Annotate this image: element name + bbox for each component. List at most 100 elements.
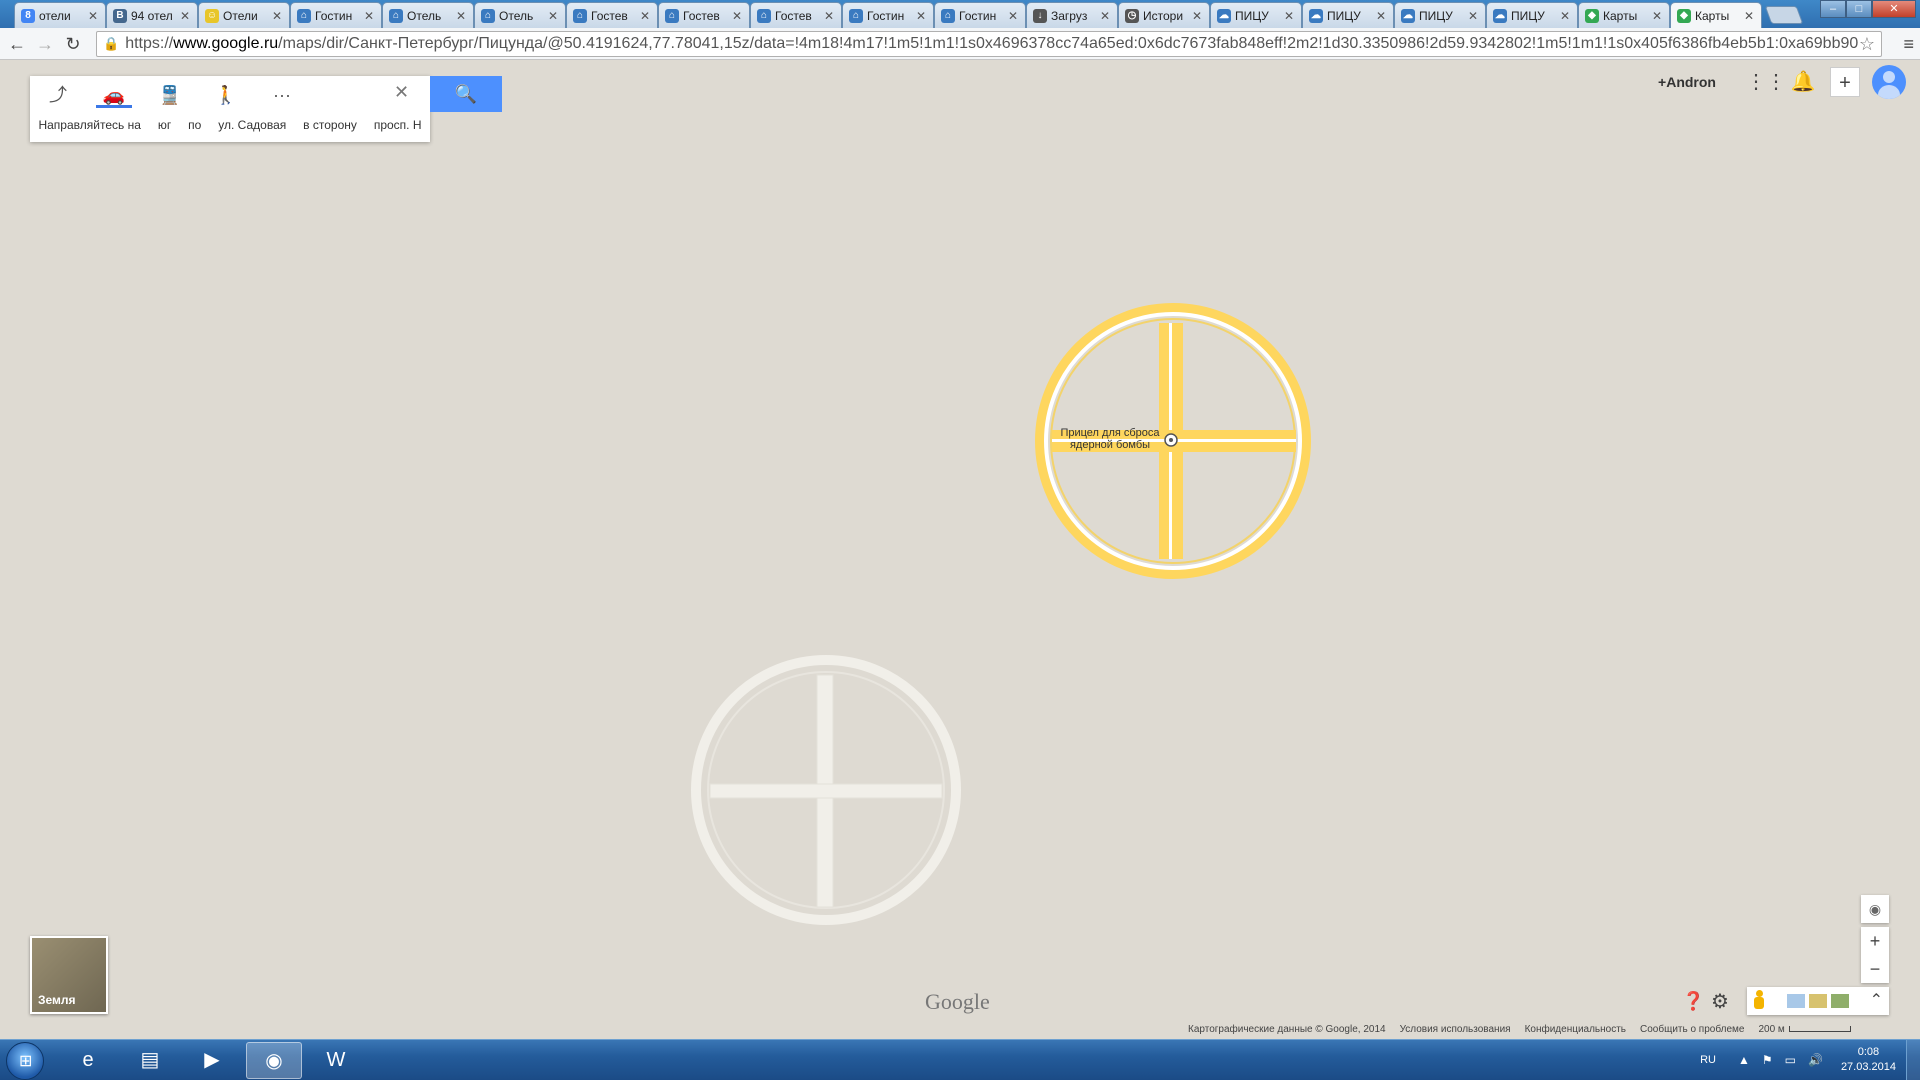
- tab-close-icon[interactable]: ✕: [1007, 9, 1019, 23]
- terrain-thumb-icon[interactable]: [1809, 994, 1827, 1008]
- browser-tab[interactable]: ◷ Истори ✕: [1118, 2, 1210, 28]
- direction-step: юг: [157, 118, 172, 132]
- taskbar: ⊞ e ▤ ▶ ◉ W RU ▲ ⚑ ▭ 🔊 0:08 27.03.2014: [0, 1039, 1920, 1080]
- browser-tab[interactable]: ◆ Карты ✕: [1578, 2, 1670, 28]
- browser-tab[interactable]: ☁ ПИЦУ ✕: [1486, 2, 1578, 28]
- terms-link[interactable]: Условия использования: [1400, 1024, 1511, 1035]
- poi-label[interactable]: Прицел для сброса ядерной бомбы: [1050, 427, 1170, 451]
- map-canvas[interactable]: Прицел для сброса ядерной бомбы ⤴ 🚗 🚆 🚶 ··· …: [0, 61, 1920, 1039]
- zoom-in-button[interactable]: +: [1861, 927, 1889, 955]
- browser-tab[interactable]: ◆ Карты ✕: [1670, 2, 1762, 29]
- forward-icon[interactable]: →: [34, 33, 56, 55]
- browser-tab[interactable]: 8 отели ✕: [14, 2, 106, 28]
- browser-tab[interactable]: ⌂ Гостев ✕: [750, 2, 842, 28]
- search-button[interactable]: 🔍: [430, 76, 502, 112]
- tab-close-icon[interactable]: ✕: [1467, 9, 1479, 23]
- tab-close-icon[interactable]: ✕: [1651, 9, 1663, 23]
- clock[interactable]: 0:08 27.03.2014: [1841, 1045, 1896, 1075]
- world-of-tanks-icon[interactable]: W: [308, 1042, 364, 1079]
- directions-icon[interactable]: ⤴: [40, 82, 76, 108]
- report-problem-link[interactable]: Сообщить о проблеме: [1640, 1024, 1744, 1035]
- browser-tab[interactable]: ☁ ПИЦУ ✕: [1210, 2, 1302, 28]
- tray-expand-icon[interactable]: ▲: [1738, 1053, 1750, 1067]
- walk-icon[interactable]: 🚶: [208, 82, 244, 108]
- tab-close-icon[interactable]: ✕: [363, 9, 375, 23]
- browser-tab[interactable]: ⌂ Отель ✕: [474, 2, 566, 28]
- tab-close-icon[interactable]: ✕: [1375, 9, 1387, 23]
- volume-icon[interactable]: 🔊: [1808, 1053, 1823, 1067]
- settings-gear-icon[interactable]: ⚙: [1711, 989, 1729, 1014]
- hotel-icon: ⌂: [757, 8, 771, 23]
- notifications-bell-icon[interactable]: 🔔: [1788, 67, 1818, 97]
- pegman-icon[interactable]: [1753, 990, 1765, 1010]
- transit-icon[interactable]: 🚆: [152, 82, 188, 108]
- photo-thumb-icon[interactable]: [1831, 994, 1849, 1008]
- clear-icon[interactable]: ✕: [394, 82, 409, 103]
- back-icon[interactable]: ←: [6, 33, 28, 55]
- bookmark-star-icon[interactable]: ☆: [1859, 34, 1875, 55]
- browser-tab[interactable]: ⌂ Гостин ✕: [934, 2, 1026, 28]
- browser-tab[interactable]: ☁ ПИЦУ ✕: [1302, 2, 1394, 28]
- help-icon[interactable]: ❓: [1682, 991, 1704, 1012]
- explorer-icon[interactable]: ▤: [122, 1042, 178, 1079]
- tab-close-icon[interactable]: ✕: [1283, 9, 1295, 23]
- browser-tab[interactable]: ⌂ Гостин ✕: [842, 2, 934, 28]
- action-center-flag-icon[interactable]: ⚑: [1762, 1053, 1773, 1067]
- tab-close-icon[interactable]: ✕: [639, 9, 651, 23]
- hotel-icon: ⌂: [849, 8, 863, 23]
- browser-tab[interactable]: ☁ ПИЦУ ✕: [1394, 2, 1486, 28]
- browser-tab[interactable]: B 94 отел ✕: [106, 2, 198, 28]
- user-name-link[interactable]: +Andron: [1658, 74, 1716, 90]
- media-player-icon[interactable]: ▶: [184, 1042, 240, 1079]
- menu-icon[interactable]: ≡: [1903, 34, 1914, 55]
- maximize-button[interactable]: □: [1846, 0, 1872, 18]
- language-indicator[interactable]: RU: [1700, 1054, 1716, 1066]
- chevron-up-icon[interactable]: ⌃: [1870, 990, 1883, 1010]
- tab-label: 94 отел: [131, 8, 173, 23]
- tab-label: Истори: [1143, 8, 1184, 23]
- more-icon[interactable]: ···: [264, 82, 300, 108]
- reload-icon[interactable]: ↻: [62, 33, 84, 55]
- car-icon[interactable]: 🚗: [96, 82, 132, 108]
- new-tab-button[interactable]: [1764, 6, 1804, 24]
- tab-close-icon[interactable]: ✕: [547, 9, 559, 23]
- earth-view-toggle[interactable]: Земля: [30, 936, 108, 1014]
- tab-close-icon[interactable]: ✕: [1559, 9, 1571, 23]
- tab-close-icon[interactable]: ✕: [87, 9, 99, 23]
- tab-close-icon[interactable]: ✕: [179, 9, 191, 23]
- hotel-icon: ⌂: [389, 8, 403, 23]
- tab-close-icon[interactable]: ✕: [455, 9, 467, 23]
- show-desktop-button[interactable]: [1906, 1040, 1920, 1080]
- tab-close-icon[interactable]: ✕: [271, 9, 283, 23]
- start-button[interactable]: ⊞: [6, 1042, 44, 1080]
- map-footer: Картографические данные © Google, 2014 У…: [1188, 1024, 1851, 1035]
- zoom-out-button[interactable]: −: [1861, 955, 1889, 983]
- tab-close-icon[interactable]: ✕: [1099, 9, 1111, 23]
- chrome-icon[interactable]: ◉: [246, 1042, 302, 1079]
- tab-close-icon[interactable]: ✕: [1191, 9, 1203, 23]
- browser-tab[interactable]: ↓ Загруз ✕: [1026, 2, 1118, 28]
- url-scheme: https://: [125, 35, 174, 52]
- maps-icon: ◆: [1677, 9, 1691, 23]
- browser-tab[interactable]: ⌂ Отель ✕: [382, 2, 474, 28]
- my-location-icon[interactable]: ◉: [1861, 895, 1889, 923]
- close-window-button[interactable]: ✕: [1872, 0, 1916, 18]
- address-bar[interactable]: 🔒 https://www.google.ru/maps/dir/Санкт-П…: [96, 31, 1882, 57]
- browser-tab[interactable]: ⌂ Гостев ✕: [566, 2, 658, 28]
- tab-close-icon[interactable]: ✕: [823, 9, 835, 23]
- tab-close-icon[interactable]: ✕: [915, 9, 927, 23]
- tab-close-icon[interactable]: ✕: [1743, 9, 1755, 23]
- privacy-link[interactable]: Конфиденциальность: [1525, 1024, 1626, 1035]
- minimize-button[interactable]: –: [1820, 0, 1846, 18]
- apps-grid-icon[interactable]: ⋮⋮: [1746, 67, 1786, 97]
- browser-tab[interactable]: ☺ Отели ✕: [198, 2, 290, 28]
- tab-label: Гостин: [315, 8, 353, 23]
- satellite-thumb-icon[interactable]: [1787, 994, 1805, 1008]
- share-plus-icon[interactable]: +: [1830, 67, 1860, 97]
- ie-icon[interactable]: e: [60, 1042, 116, 1079]
- browser-tab[interactable]: ⌂ Гостин ✕: [290, 2, 382, 28]
- browser-tab[interactable]: ⌂ Гостев ✕: [658, 2, 750, 28]
- tab-close-icon[interactable]: ✕: [731, 9, 743, 23]
- avatar[interactable]: [1872, 65, 1906, 99]
- network-icon[interactable]: ▭: [1785, 1053, 1796, 1067]
